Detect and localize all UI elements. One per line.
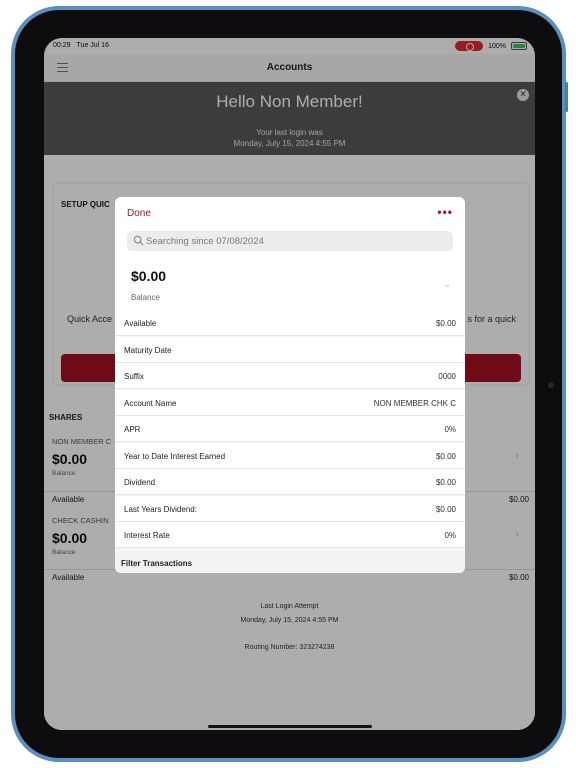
detail-row: Maturity Date xyxy=(115,337,465,363)
transaction-search[interactable] xyxy=(127,231,453,251)
detail-row: APR 0% xyxy=(115,416,465,442)
filter-transactions[interactable]: Filter Transactions xyxy=(115,552,465,573)
detail-row: Available $0.00 xyxy=(115,310,465,336)
detail-key: Last Years Dividend: xyxy=(124,505,197,514)
search-input[interactable] xyxy=(146,231,446,251)
more-options-icon[interactable]: ••• xyxy=(437,206,453,218)
detail-row: Last Years Dividend: $0.00 xyxy=(115,496,465,522)
home-indicator[interactable] xyxy=(208,725,372,728)
detail-row: Dividend $0.00 xyxy=(115,469,465,495)
detail-value: $0.00 xyxy=(435,505,456,514)
detail-row: Year to Date Interest Earned $0.00 xyxy=(115,443,465,469)
account-details-list: Available $0.00 Maturity Date Suffix 000… xyxy=(115,310,465,552)
filter-transactions-label: Filter Transactions xyxy=(121,559,193,568)
detail-value: $0.00 xyxy=(435,452,456,461)
detail-key: Available xyxy=(124,319,157,328)
detail-key: APR xyxy=(124,425,141,434)
account-details-modal: Done ••• $0.00 Balance ⌄ Available $0.00… xyxy=(115,197,465,573)
camera-dot xyxy=(548,382,554,388)
done-button[interactable]: Done xyxy=(127,208,151,219)
balance-amount: $0.00 xyxy=(131,268,167,284)
detail-value: $0.00 xyxy=(435,319,456,328)
detail-key: Interest Rate xyxy=(124,531,170,540)
side-button xyxy=(565,82,568,112)
screen: 00:29 Tue Jul 16 100% Accounts Hello Non… xyxy=(44,38,535,730)
detail-value: NON MEMBER CHK C xyxy=(373,399,456,408)
balance-label: Balance xyxy=(131,293,160,302)
detail-value: 0000 xyxy=(438,372,456,381)
detail-value: 0% xyxy=(444,531,456,540)
detail-key: Year to Date Interest Earned xyxy=(124,452,226,461)
search-icon xyxy=(133,235,144,246)
detail-row: Suffix 0000 xyxy=(115,363,465,389)
detail-row: Interest Rate 0% xyxy=(115,522,465,548)
detail-key: Account Name xyxy=(124,399,177,408)
detail-key: Suffix xyxy=(124,372,144,381)
detail-key: Dividend xyxy=(124,478,156,487)
detail-key: Maturity Date xyxy=(124,346,172,355)
detail-value: $0.00 xyxy=(435,478,456,487)
detail-value: 0% xyxy=(444,425,456,434)
chevron-down-icon[interactable]: ⌄ xyxy=(443,279,451,290)
detail-row: Account Name NON MEMBER CHK C xyxy=(115,390,465,416)
